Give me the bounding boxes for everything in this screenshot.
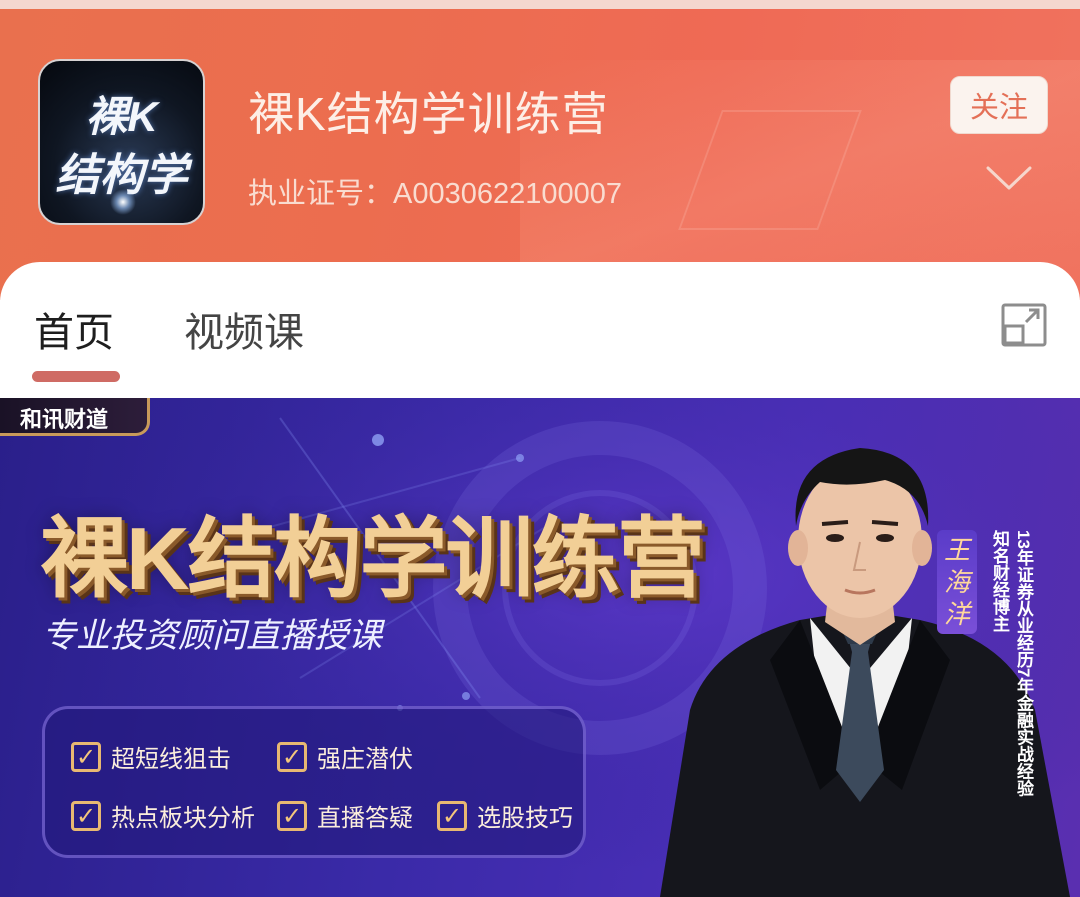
brand-tag: 和讯财道	[0, 398, 150, 436]
feature-label: 超短线狙击	[111, 746, 231, 773]
presenter-name-char: 洋	[943, 599, 970, 629]
presenter-bio-line1: 13年证券从业经历7年金融实战经验	[1014, 530, 1033, 797]
feature-item: ✓ 超短线狙击	[71, 739, 231, 774]
avatar[interactable]: 裸K 结构学	[38, 59, 205, 225]
account-title: 裸K结构学训练营	[248, 88, 609, 140]
presenter-name-tag: 王 海 洋	[937, 530, 977, 634]
avatar-glow	[110, 189, 136, 215]
chevron-down-icon[interactable]	[984, 160, 1034, 194]
banner-subtitle: 专业投资顾问直播授课	[42, 617, 382, 655]
feature-item: ✓ 选股技巧	[437, 798, 573, 833]
profile-header: 裸K 结构学 裸K结构学训练营 执业证号：A0030622100007 关注	[0, 0, 1080, 300]
active-tab-indicator	[32, 371, 120, 382]
checkbox-icon: ✓	[71, 741, 101, 772]
feature-label: 直播答疑	[317, 805, 413, 832]
feature-item: ✓ 强庄潜伏	[277, 739, 413, 774]
presenter-name-char: 海	[943, 567, 970, 597]
feature-label: 强庄潜伏	[317, 746, 413, 773]
feature-label: 热点板块分析	[111, 805, 255, 832]
checkbox-icon: ✓	[71, 800, 101, 831]
status-strip	[0, 0, 1080, 9]
presenter-name-char: 王	[943, 535, 970, 565]
feature-list: ✓ 超短线狙击 ✓ 强庄潜伏 ✓ 热点板块分析 ✓ 直播答疑 ✓ 选股技巧	[42, 706, 586, 858]
expand-icon[interactable]	[1000, 302, 1048, 348]
license-number: 执业证号：A0030622100007	[248, 178, 623, 210]
feature-item: ✓ 直播答疑	[277, 798, 413, 833]
page-root: 裸K 结构学 裸K结构学训练营 执业证号：A0030622100007 关注 首…	[0, 0, 1080, 897]
tab-home[interactable]: 首页	[34, 300, 114, 358]
brand-tag-label: 和讯财道	[20, 407, 109, 432]
checkbox-icon: ✓	[277, 741, 307, 772]
feature-item: ✓ 热点板块分析	[71, 798, 255, 833]
feature-label: 选股技巧	[477, 805, 573, 832]
follow-button[interactable]: 关注	[950, 76, 1048, 134]
checkbox-icon: ✓	[437, 800, 467, 831]
avatar-text-line1: 裸K	[85, 93, 158, 140]
tab-video-course[interactable]: 视频课	[184, 300, 304, 358]
banner-title: 裸K结构学训练营	[40, 509, 706, 608]
checkbox-icon: ✓	[277, 800, 307, 831]
presenter-bio-line2: 知名财经博主	[990, 530, 1009, 632]
